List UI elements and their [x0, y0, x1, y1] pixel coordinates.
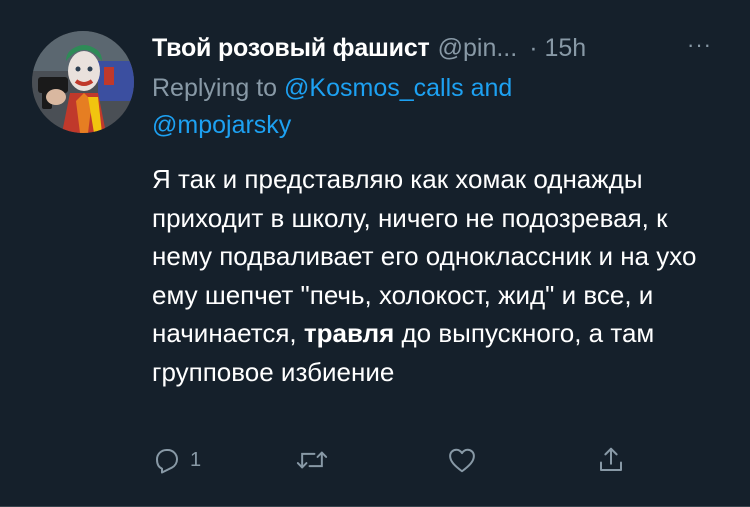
- tweet[interactable]: Твой розовый фашист @pin... · 15h ··· Re…: [0, 0, 750, 507]
- display-name[interactable]: Твой розовый фашист: [152, 30, 430, 66]
- tweet-text: Я так и представляю как хомак однажды пр…: [152, 160, 712, 391]
- replying-and-label: and: [470, 74, 513, 102]
- share-button[interactable]: [596, 440, 626, 480]
- avatar-image: [32, 31, 134, 133]
- retweet-button[interactable]: [296, 440, 328, 480]
- reply-count: 1: [190, 448, 202, 471]
- heart-icon: [449, 448, 475, 473]
- more-options-icon[interactable]: ···: [687, 32, 712, 58]
- reply-button[interactable]: 1: [152, 440, 201, 480]
- replying-to-line: Replying to @Kosmos_calls and @mpojarsky: [152, 70, 622, 144]
- mention-link[interactable]: @Kosmos_calls: [284, 74, 464, 102]
- mention-link[interactable]: @mpojarsky: [152, 111, 291, 139]
- tweet-text-bold: травля: [303, 318, 395, 348]
- user-handle[interactable]: @pin...: [438, 30, 518, 66]
- retweet-icon: [296, 451, 328, 469]
- replying-to-label: Replying to: [152, 74, 278, 102]
- timestamp[interactable]: · 15h: [529, 30, 586, 66]
- speech-bubble-icon: [156, 449, 178, 474]
- action-bar: 1: [152, 440, 632, 480]
- like-button[interactable]: [446, 440, 478, 480]
- share-icon: [600, 447, 622, 471]
- avatar[interactable]: [32, 31, 134, 133]
- tweet-header: Твой розовый фашист @pin... · 15h: [152, 30, 720, 66]
